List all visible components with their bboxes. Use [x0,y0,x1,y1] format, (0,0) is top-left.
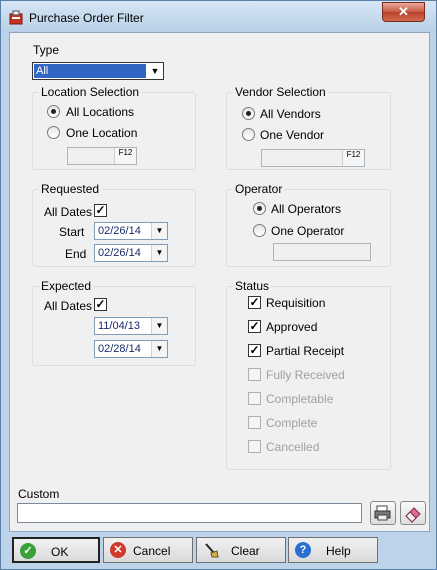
partial-receipt-label: Partial Receipt [266,344,345,358]
expected-group: Expected All Dates ✓ 11/04/13 ▼ 02/28/14… [32,279,196,366]
all-operators-radio[interactable] [253,202,266,215]
filter-panel: Type All ▼ Location Selection All Locati… [9,32,430,532]
expected-title: Expected [39,279,94,293]
expected-end-date: 02/28/14 [98,343,141,355]
cancel-icon: ✕ [110,542,126,558]
all-locations-radio[interactable] [47,105,60,118]
expected-all-dates-label: All Dates [44,299,93,313]
cancel-button[interactable]: ✕ Cancel [103,537,193,563]
requested-end-label: End [65,247,87,261]
expected-start-date-picker[interactable]: 11/04/13 ▼ [94,317,168,335]
approved-checkbox[interactable]: ✓ [248,320,261,333]
requested-title: Requested [39,182,102,196]
one-operator-label: One Operator [271,224,345,238]
requested-end-date: 02/26/14 [98,247,141,259]
operator-title: Operator [233,182,285,196]
one-location-label: One Location [66,126,138,140]
requisition-label: Requisition [266,296,326,310]
requested-end-date-picker[interactable]: 02/26/14 ▼ [94,244,168,262]
status-group: Status ✓ Requisition ✓ Approved ✓ Partia… [226,279,391,470]
vendor-input[interactable]: F12 [261,149,365,167]
type-selected-value: All [34,64,146,78]
type-dropdown[interactable]: All ▼ [32,62,164,80]
printer-icon [374,505,391,521]
one-vendor-radio[interactable] [242,128,255,141]
completable-label: Completable [266,392,334,406]
all-operators-label: All Operators [271,202,342,216]
cancelled-label: Cancelled [266,440,320,454]
f12-lookup-icon[interactable]: F12 [342,150,364,166]
f12-lookup-icon[interactable]: F12 [114,148,136,164]
complete-label: Complete [266,416,318,430]
requested-start-date-picker[interactable]: 02/26/14 ▼ [94,222,168,240]
close-button[interactable]: ✕ [382,2,425,22]
complete-checkbox[interactable] [248,416,261,429]
chevron-down-icon[interactable]: ▼ [147,63,163,79]
clear-label: Clear [231,544,260,558]
ok-button[interactable]: ✓ OK [12,537,100,563]
help-label: Help [326,544,351,558]
all-locations-label: All Locations [66,105,135,119]
requested-start-label: Start [59,225,85,239]
clear-custom-button[interactable] [400,501,426,525]
custom-filter-input[interactable] [17,503,362,523]
status-title: Status [233,279,272,293]
approved-label: Approved [266,320,318,334]
one-location-radio[interactable] [47,126,60,139]
title-bar[interactable]: Purchase Order Filter ✕ [1,1,436,33]
chevron-down-icon[interactable]: ▼ [151,223,167,239]
help-button[interactable]: ? Help [288,537,378,563]
requested-group: Requested All Dates ✓ Start 02/26/14 ▼ E… [32,182,196,267]
window-title: Purchase Order Filter [29,11,144,25]
help-icon: ? [295,542,311,558]
fully-received-checkbox[interactable] [248,368,261,381]
operator-group: Operator All Operators One Operator [226,182,391,267]
requisition-checkbox[interactable]: ✓ [248,296,261,309]
operator-input[interactable] [273,243,371,261]
close-icon: ✕ [398,4,409,19]
expected-start-date: 11/04/13 [98,320,141,332]
one-operator-radio[interactable] [253,224,266,237]
location-selection-title: Location Selection [39,85,142,99]
purchase-order-filter-window: Purchase Order Filter ✕ Type All ▼ Locat… [0,0,437,570]
cancel-label: Cancel [133,544,171,558]
type-label: Type [33,43,60,57]
fully-received-label: Fully Received [266,368,345,382]
chevron-down-icon[interactable]: ▼ [151,341,167,357]
requested-all-dates-label: All Dates [44,205,93,219]
expected-all-dates-checkbox[interactable]: ✓ [94,298,107,311]
button-bar: ✓ OK ✕ Cancel Clear ? Help [9,534,430,565]
cancelled-checkbox[interactable] [248,440,261,453]
location-selection-group: Location Selection All Locations One Loc… [32,85,196,170]
app-icon [9,10,23,25]
requested-all-dates-checkbox[interactable]: ✓ [94,204,107,217]
chevron-down-icon[interactable]: ▼ [151,245,167,261]
broom-icon [205,543,219,558]
custom-builder-button[interactable] [370,501,396,525]
all-vendors-radio[interactable] [242,107,255,120]
location-input[interactable]: F12 [67,147,137,165]
clear-button[interactable]: Clear [196,537,286,563]
vendor-selection-title: Vendor Selection [233,85,328,99]
completable-checkbox[interactable] [248,392,261,405]
ok-label: OK [51,545,69,559]
one-vendor-label: One Vendor [260,128,325,142]
chevron-down-icon[interactable]: ▼ [151,318,167,334]
all-vendors-label: All Vendors [260,107,321,121]
expected-end-date-picker[interactable]: 02/28/14 ▼ [94,340,168,358]
custom-label: Custom [18,487,60,501]
checkmark-icon: ✓ [20,543,36,559]
eraser-icon [405,507,421,523]
vendor-selection-group: Vendor Selection All Vendors One Vendor … [226,85,391,170]
partial-receipt-checkbox[interactable]: ✓ [248,344,261,357]
requested-start-date: 02/26/14 [98,225,141,237]
